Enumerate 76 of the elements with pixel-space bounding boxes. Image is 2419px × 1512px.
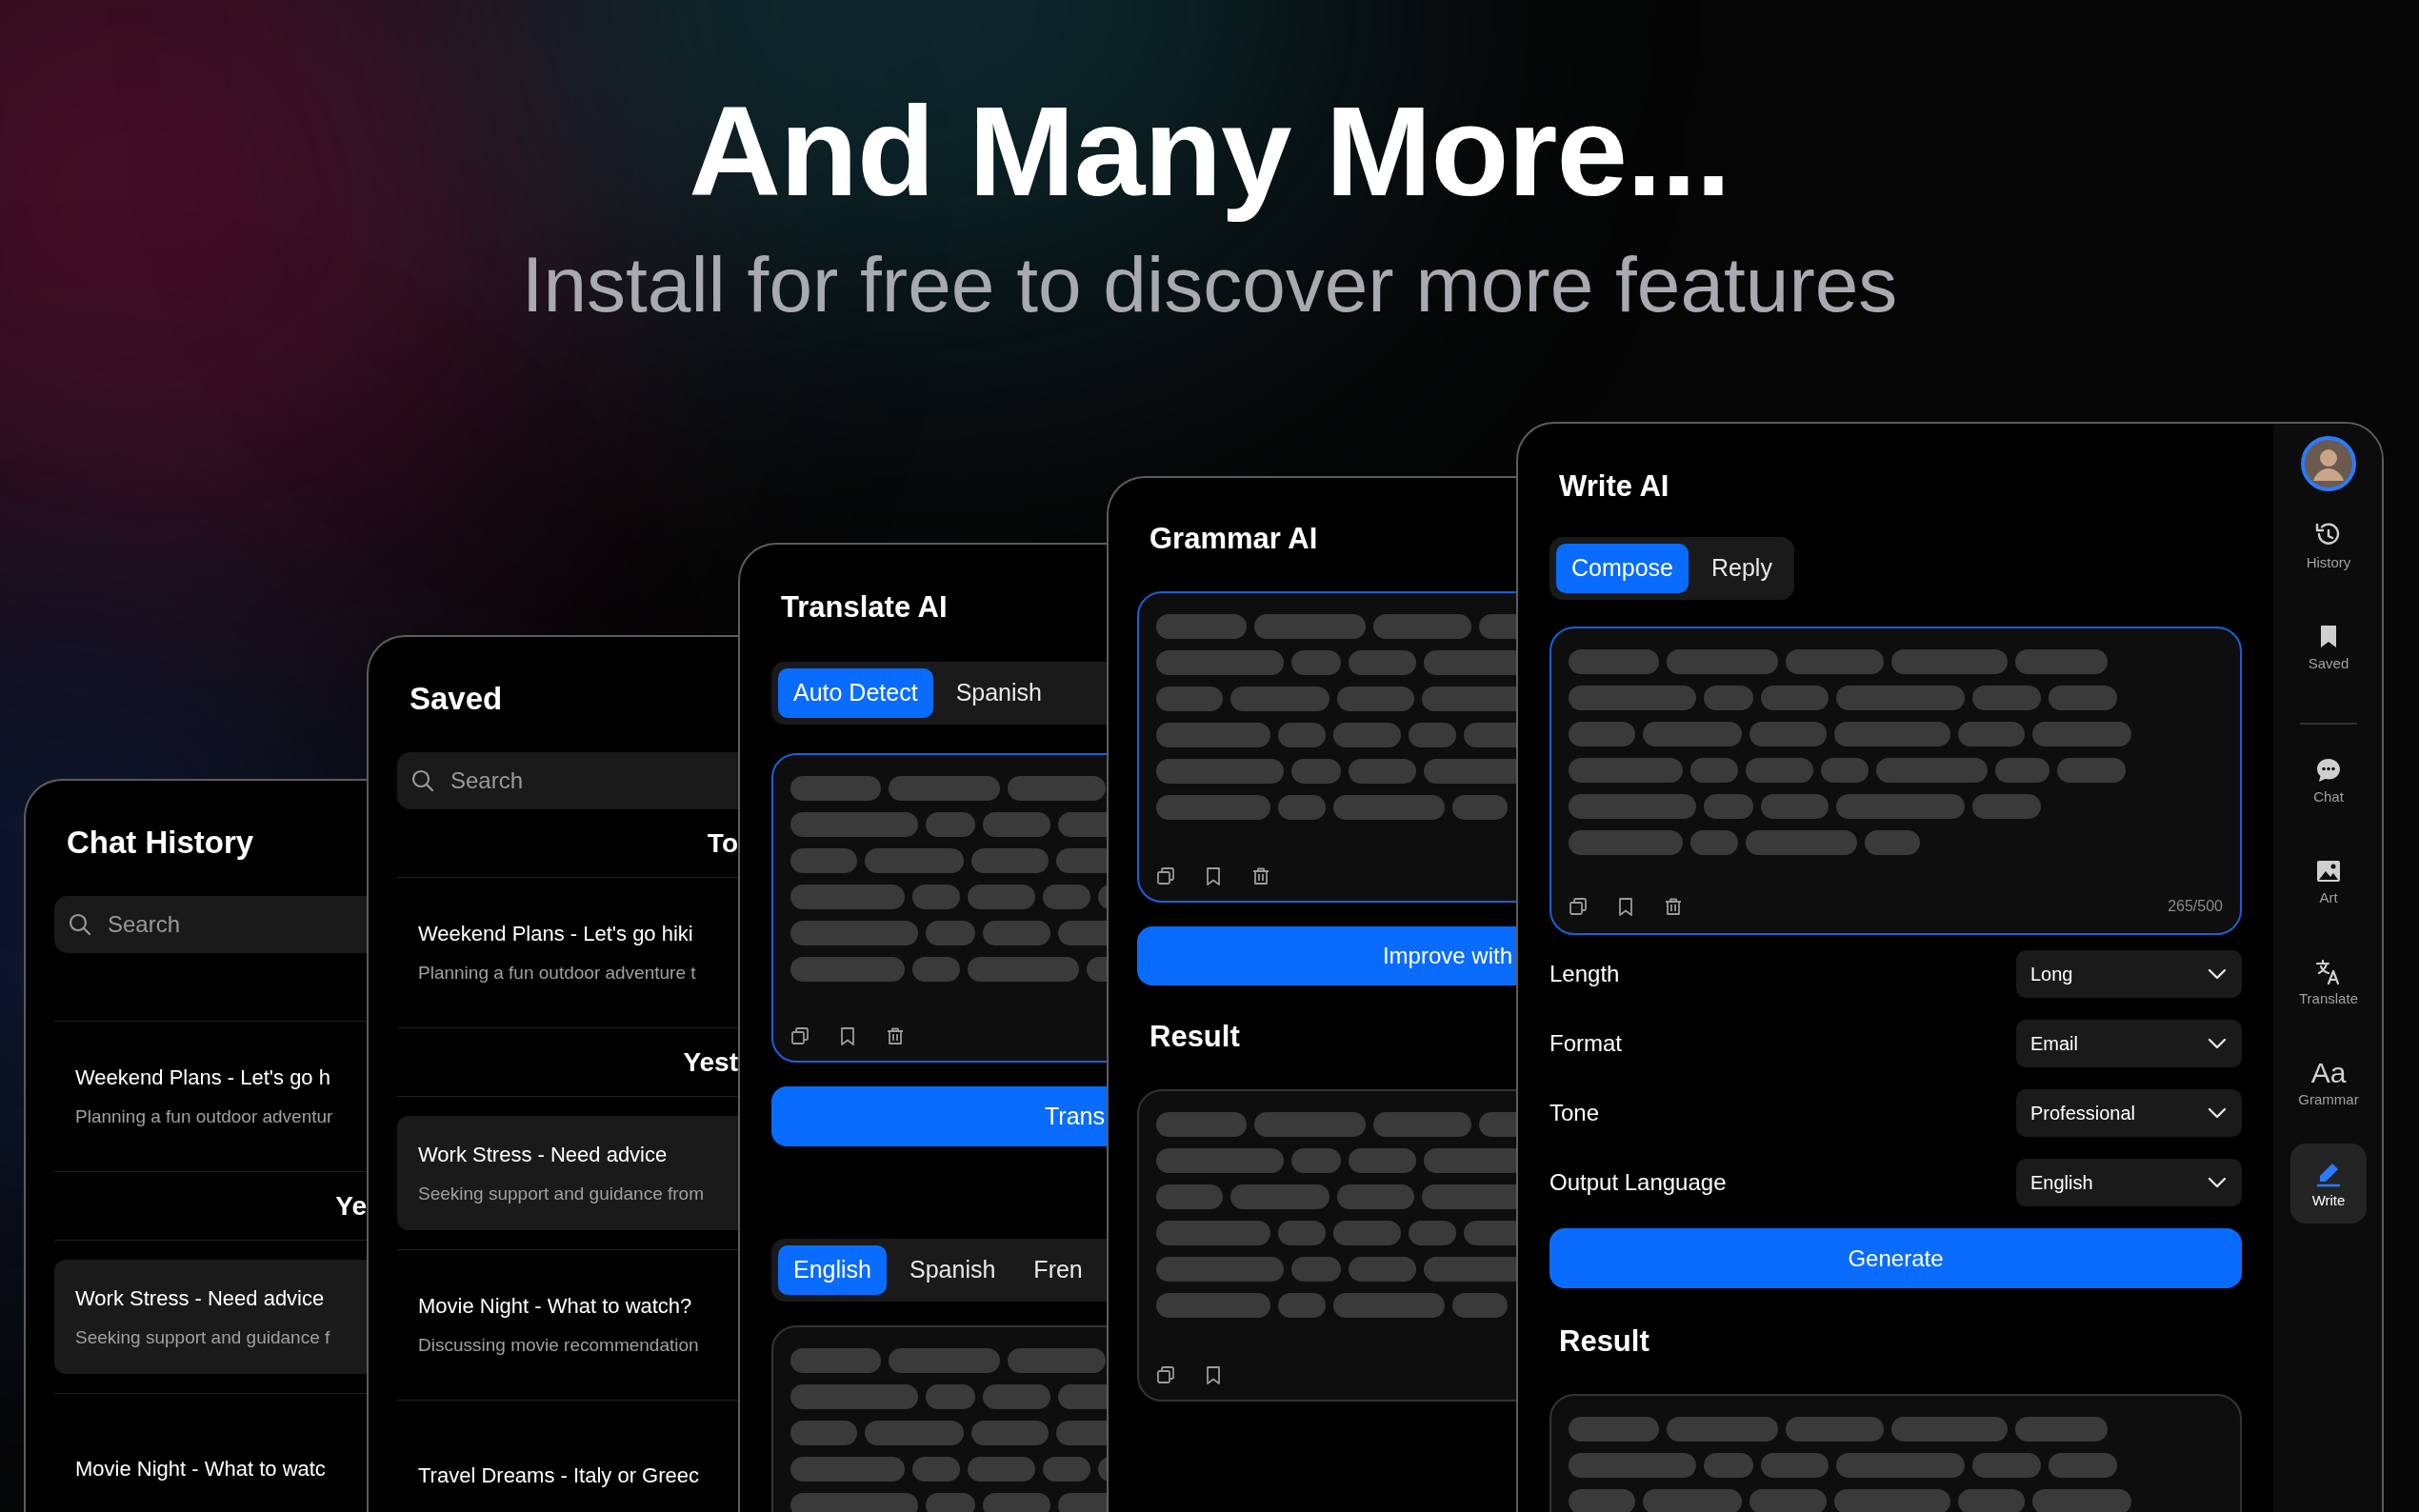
panel-title: Write AI xyxy=(1558,468,1670,501)
setting-label: Format xyxy=(1549,1029,1622,1058)
sidebar-nav-item[interactable]: Aa Grammar xyxy=(2290,1043,2367,1123)
chat-preview: Seeking support and guidance f xyxy=(75,1327,331,1346)
chat-list-item[interactable]: Travel Dreams - Italy or Greec xyxy=(397,1401,738,1512)
chat-title: Work Stress - Need advice xyxy=(75,1287,326,1309)
copy-icon[interactable] xyxy=(1156,1365,1175,1384)
chat-list-item[interactable]: Weekend Plans - Let's go hiki Planning a fun outdoor adventure t xyxy=(397,878,738,1027)
section-header: Ye xyxy=(335,1192,367,1220)
search-icon xyxy=(68,912,92,937)
bookmark-icon[interactable] xyxy=(1204,866,1223,885)
setting-label: Output Language xyxy=(1549,1168,1727,1197)
chat-bubble-icon xyxy=(2314,756,2343,785)
grammar-icon: Aa xyxy=(2310,1059,2347,1087)
chat-preview: Seeking support and guidance from xyxy=(418,1184,705,1203)
search-field[interactable]: Search xyxy=(54,896,367,953)
avatar xyxy=(2300,435,2357,492)
chat-title: Weekend Plans - Let's go h xyxy=(75,1067,331,1088)
trash-icon[interactable] xyxy=(1251,866,1270,885)
tab[interactable]: Fren xyxy=(1018,1245,1098,1295)
sidebar-nav-item[interactable]: History xyxy=(2290,506,2367,586)
text-input-area[interactable]: 265/500 xyxy=(1549,627,2242,935)
trash-icon[interactable] xyxy=(1664,897,1683,916)
sidebar-nav-item[interactable]: Write xyxy=(2290,1144,2367,1224)
chat-title: Movie Night - What to watc xyxy=(75,1458,327,1480)
bookmark-icon[interactable] xyxy=(1204,1365,1223,1384)
bookmark-icon[interactable] xyxy=(1616,897,1635,916)
section-title: Result xyxy=(1149,1022,1241,1051)
chat-title: Movie Night - What to watch? xyxy=(418,1296,693,1317)
chat-preview: Discussing movie recommendation xyxy=(418,1336,700,1354)
improve-button[interactable]: Improve with xyxy=(1137,926,1516,985)
tab[interactable]: Compose xyxy=(1556,544,1689,593)
chat-list-item[interactable]: Work Stress - Need advice Seeking support and guidance from xyxy=(397,1116,738,1230)
trash-icon[interactable] xyxy=(886,1026,905,1045)
setting-label: Tone xyxy=(1549,1099,1600,1127)
search-icon xyxy=(410,768,435,793)
setting-label: Length xyxy=(1549,960,1620,988)
chat-title: Travel Dreams - Italy or Greec xyxy=(418,1464,701,1486)
dropdown[interactable]: Email xyxy=(2016,1020,2242,1067)
chat-title: Work Stress - Need advice xyxy=(418,1144,669,1165)
panel-title: Translate AI xyxy=(780,589,949,622)
dropdown[interactable]: English xyxy=(2016,1159,2242,1206)
chat-preview: Planning a fun outdoor adventure t xyxy=(418,964,697,982)
tab[interactable]: Spanish xyxy=(894,1245,1011,1295)
panel-title: Grammar AI xyxy=(1149,521,1319,553)
tab[interactable]: Reply xyxy=(1696,544,1788,593)
headline: And Many More... xyxy=(689,79,1730,224)
chat-preview: Planning a fun outdoor adventur xyxy=(75,1107,334,1125)
bookmark-icon[interactable] xyxy=(838,1026,857,1045)
search-field[interactable]: Search xyxy=(397,752,738,809)
copy-icon[interactable] xyxy=(1569,897,1588,916)
section-title: Result xyxy=(1558,1326,1650,1356)
panel-title: Saved xyxy=(409,680,504,714)
copy-icon[interactable] xyxy=(790,1026,810,1045)
sidebar-nav-item[interactable]: Translate xyxy=(2290,942,2367,1022)
tab[interactable]: Auto Detect xyxy=(778,668,933,718)
generate-button[interactable]: Generate xyxy=(1549,1228,2242,1288)
dropdown[interactable]: Professional xyxy=(2016,1089,2242,1137)
sidebar-nav-item[interactable]: Saved xyxy=(2290,607,2367,686)
chat-list-item[interactable]: Movie Night - What to watch? Discussing movie recommendation xyxy=(397,1250,738,1400)
chat-list-item[interactable]: Weekend Plans - Let's go h Planning a fun outdoor adventur xyxy=(54,1022,367,1171)
panel-title: Chat History xyxy=(66,824,255,858)
character-counter: 265/500 xyxy=(2168,897,2223,916)
subheadline: Install for free to discover more features xyxy=(521,242,1898,328)
tab[interactable]: Spanish xyxy=(940,668,1057,718)
dropdown[interactable]: Long xyxy=(2016,950,2242,998)
copy-icon[interactable] xyxy=(1156,866,1175,885)
chat-list-item[interactable]: Movie Night - What to watc xyxy=(54,1394,367,1512)
section-header: To xyxy=(707,829,738,857)
chat-title: Weekend Plans - Let's go hiki xyxy=(418,924,694,945)
translate-button[interactable]: Trans xyxy=(771,1086,1107,1146)
tab[interactable]: English xyxy=(778,1245,887,1295)
section-header: Yest xyxy=(683,1048,738,1076)
chat-list-item[interactable]: Work Stress - Need advice Seeking support and guidance f xyxy=(54,1260,367,1374)
sidebar-nav-item[interactable]: Art xyxy=(2290,841,2367,921)
sidebar-nav-item[interactable]: Chat xyxy=(2290,740,2367,820)
